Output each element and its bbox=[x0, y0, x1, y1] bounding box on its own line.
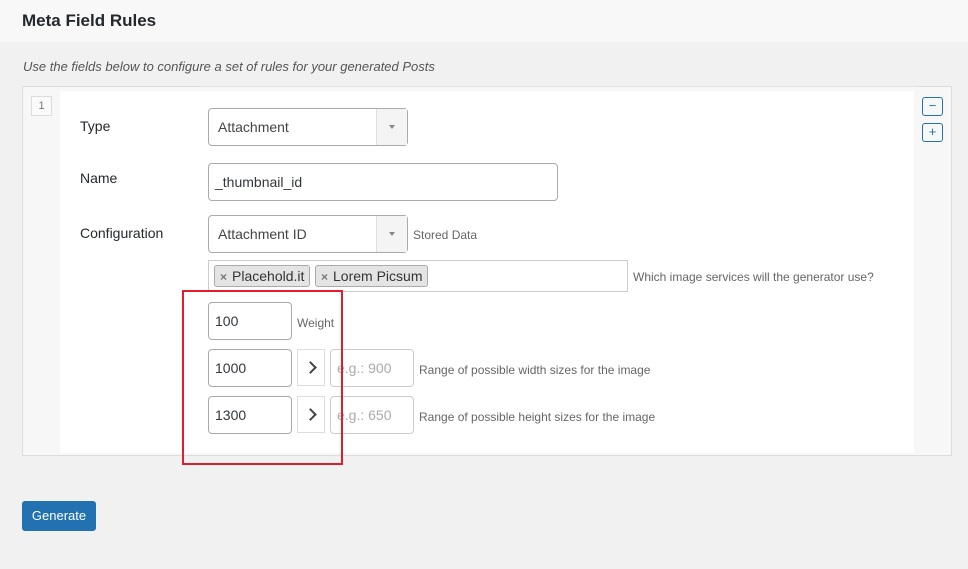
image-services-field[interactable]: × Placehold.it × Lorem Picsum bbox=[208, 260, 628, 292]
page-description: Use the fields below to configure a set … bbox=[23, 59, 435, 74]
height-hint: Range of possible height sizes for the i… bbox=[419, 410, 656, 424]
type-label: Type bbox=[80, 118, 111, 134]
image-services-hint: Which image services will the generator … bbox=[633, 270, 874, 284]
close-icon[interactable]: × bbox=[321, 270, 328, 284]
remove-rule-button[interactable]: − bbox=[922, 97, 943, 116]
configuration-select[interactable]: Attachment ID bbox=[208, 215, 408, 253]
close-icon[interactable]: × bbox=[220, 270, 227, 284]
divider bbox=[200, 86, 914, 87]
tag-lorem-picsum: × Lorem Picsum bbox=[315, 265, 429, 287]
width-hint: Range of possible width sizes for the im… bbox=[419, 363, 651, 377]
highlight-annotation bbox=[182, 290, 343, 465]
type-select[interactable]: Attachment bbox=[208, 108, 408, 146]
name-input[interactable]: _thumbnail_id bbox=[208, 163, 558, 201]
page-title: Meta Field Rules bbox=[22, 11, 157, 30]
generate-button[interactable]: Generate bbox=[22, 501, 96, 531]
configuration-select-value: Attachment ID bbox=[218, 226, 307, 242]
type-select-value: Attachment bbox=[218, 119, 289, 135]
tag-label: Placehold.it bbox=[232, 268, 305, 284]
chevron-down-icon bbox=[376, 109, 407, 145]
tag-placeholdit: × Placehold.it bbox=[214, 265, 311, 287]
configuration-label: Configuration bbox=[80, 225, 164, 241]
tag-label: Lorem Picsum bbox=[333, 268, 423, 284]
configuration-hint: Stored Data bbox=[413, 228, 478, 242]
chevron-down-icon bbox=[376, 216, 407, 252]
add-rule-button[interactable]: + bbox=[922, 123, 943, 142]
name-label: Name bbox=[80, 170, 118, 186]
rule-number: 1 bbox=[31, 96, 52, 116]
